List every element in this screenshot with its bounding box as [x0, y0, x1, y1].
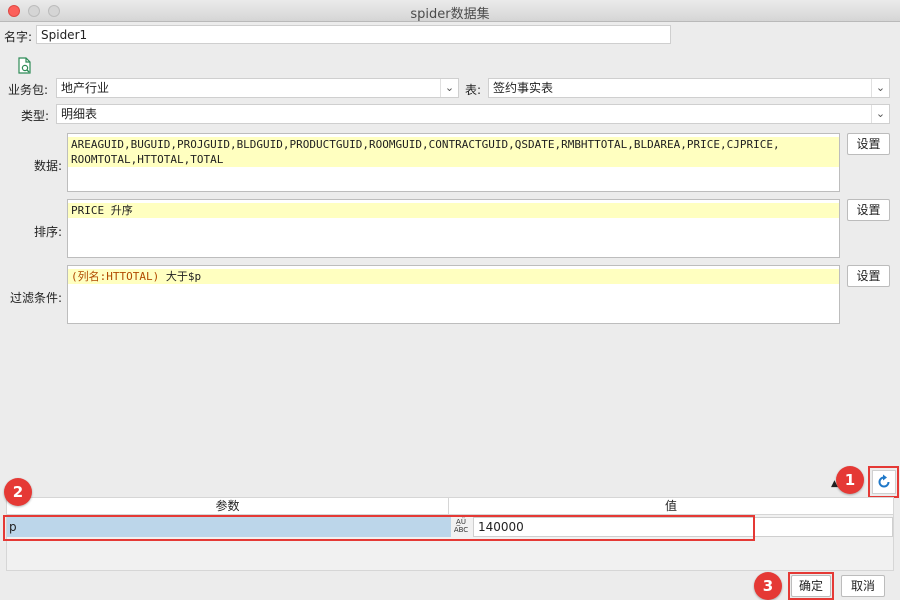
type-select[interactable]: 明细表 ⌄ — [56, 104, 890, 124]
filter-label: 过滤条件: — [10, 291, 63, 305]
title-bar: spider数据集 — [0, 0, 900, 22]
chevron-down-icon: ⌄ — [440, 79, 458, 97]
data-textarea[interactable]: AREAGUID,BUGUID,PROJGUID,BLDGUID,PRODUCT… — [67, 133, 840, 192]
business-pack-label: 业务包: — [8, 83, 49, 97]
filter-settings-button[interactable]: 设置 — [847, 265, 890, 287]
column-header-param: 参数 — [215, 499, 240, 513]
data-settings-button[interactable]: 设置 — [847, 133, 890, 155]
type-label: 类型: — [21, 109, 50, 123]
sort-textarea[interactable]: PRICE 升序 — [67, 199, 840, 258]
filter-column-token: (列名:HTTOTAL) — [71, 270, 160, 283]
search-document-icon[interactable] — [16, 57, 34, 75]
data-line: ROOMTOTAL,HTTOTAL,TOTAL — [68, 152, 839, 167]
name-input[interactable]: Spider1 — [36, 25, 671, 44]
cancel-button[interactable]: 取消 — [841, 575, 885, 597]
window-title: spider数据集 — [410, 7, 490, 22]
annotation-badge-2: 2 — [4, 478, 32, 506]
annotation-badge-1: 1 — [836, 466, 864, 494]
data-line: AREAGUID,BUGUID,PROJGUID,BLDGUID,PRODUCT… — [68, 137, 839, 152]
annotation-highlight-param-row — [3, 515, 755, 541]
business-pack-select[interactable]: 地产行业 ⌄ — [56, 78, 459, 98]
table-select[interactable]: 签约事实表 ⌄ — [488, 78, 890, 98]
table-value: 签约事实表 — [493, 81, 554, 95]
column-header-value: 值 — [664, 499, 677, 513]
sort-line: PRICE 升序 — [68, 203, 839, 218]
annotation-highlight-refresh — [868, 466, 899, 498]
annotation-badge-3: 3 — [754, 572, 782, 600]
business-pack-value: 地产行业 — [61, 81, 110, 95]
table-label: 表: — [465, 83, 482, 97]
filter-line: (列名:HTTOTAL) 大于$p — [68, 269, 839, 284]
name-label: 名字: — [4, 30, 33, 44]
filter-textarea[interactable]: (列名:HTTOTAL) 大于$p — [67, 265, 840, 324]
data-label: 数据: — [34, 159, 63, 173]
sort-label: 排序: — [34, 225, 63, 239]
type-value: 明细表 — [61, 107, 98, 121]
chevron-down-icon: ⌄ — [871, 79, 889, 97]
filter-condition-text: 大于$p — [159, 270, 202, 283]
annotation-highlight-ok — [788, 572, 834, 600]
chevron-down-icon: ⌄ — [871, 105, 889, 123]
params-table-header: 参数 值 — [6, 497, 894, 515]
sort-settings-button[interactable]: 设置 — [847, 199, 890, 221]
